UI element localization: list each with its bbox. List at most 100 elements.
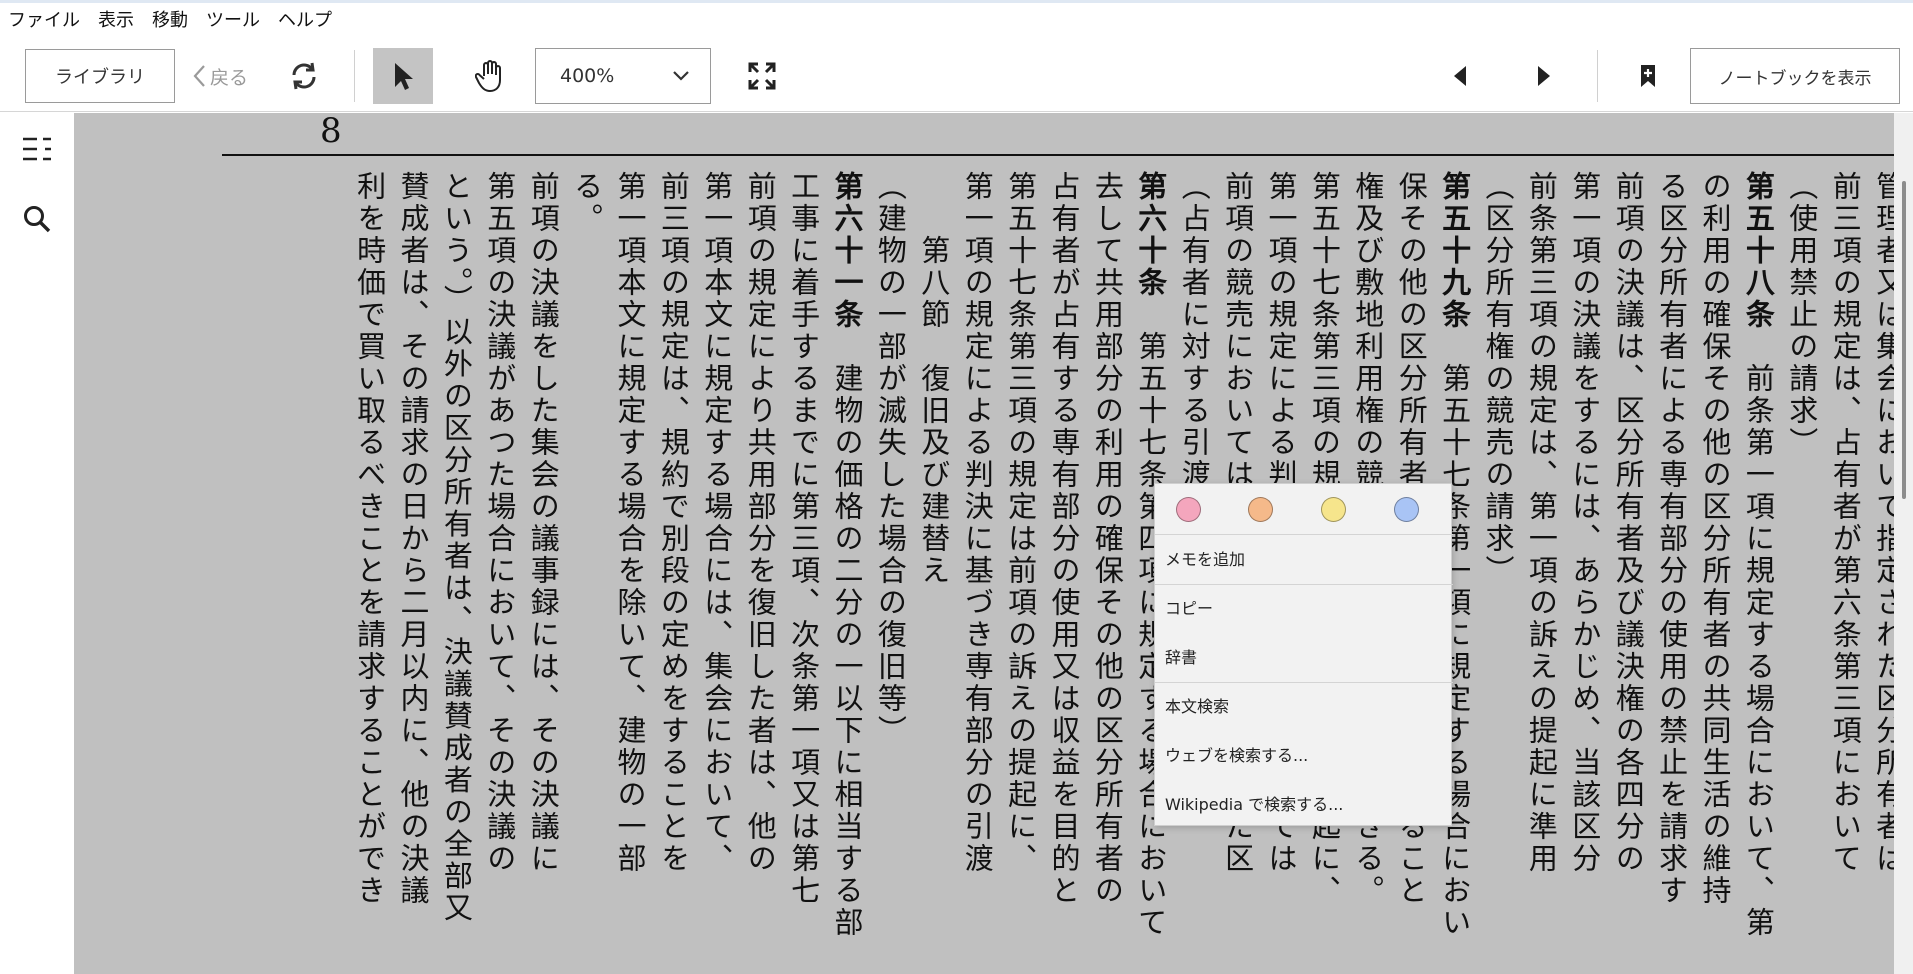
menu-help[interactable]: ヘルプ bbox=[278, 11, 332, 30]
column-text: 第八節 復旧及び建替え bbox=[916, 171, 951, 587]
text-column[interactable]: る。 bbox=[567, 171, 607, 974]
text-column[interactable]: 前項の規定により共用部分を復旧した者は、他の bbox=[740, 171, 780, 974]
text-column[interactable]: という。）以外の区分所有者は、決議賛成者の全部又 bbox=[436, 171, 476, 974]
text-column[interactable]: 第六十一条 建物の価格の二分の一以下に相当する部 bbox=[827, 171, 867, 974]
left-sidebar bbox=[0, 113, 74, 974]
library-button[interactable]: ライブラリ bbox=[25, 49, 175, 103]
show-notebook-button[interactable]: ノートブックを表示 bbox=[1690, 48, 1900, 104]
search-web-item[interactable]: ウェブを検索する... bbox=[1165, 745, 1308, 767]
column-text: 第一項の決議をするには、あらかじめ、当該区分 bbox=[1567, 171, 1602, 875]
text-column[interactable]: 第一項本文に規定する場合には、集会において、 bbox=[697, 171, 737, 974]
column-text: 前項の決議をした集会の議事録には、その決議に bbox=[526, 171, 561, 875]
menu-divider bbox=[1155, 682, 1453, 683]
text-column[interactable]: 第八節 復旧及び建替え bbox=[914, 171, 954, 974]
refresh-button[interactable] bbox=[284, 56, 324, 96]
text-column[interactable]: （区分所有権の競売の請求） bbox=[1478, 171, 1518, 974]
column-text: る区分所有者による専有部分の使用の禁止を請求す bbox=[1654, 171, 1689, 907]
text-column[interactable]: 前三項の規定は、規約で別段の定めをすることを bbox=[653, 171, 693, 974]
text-column[interactable]: 管理者又は集会において指定された区分所有者は bbox=[1869, 171, 1894, 974]
text-column[interactable]: 前条第三項の規定は、第一項の訴えの提起に準用 bbox=[1521, 171, 1561, 974]
text-column[interactable]: 前三項の規定は、占有者が第六条第三項において bbox=[1825, 171, 1865, 974]
cursor-arrow-icon bbox=[395, 63, 413, 90]
hand-icon bbox=[475, 60, 501, 93]
text-column[interactable]: 工事に着手するまでに第三項、次条第一項又は第七 bbox=[784, 171, 824, 974]
column-text: 占有者が占有する専有部分の使用又は収益を目的と bbox=[1047, 171, 1081, 907]
column-text: 第一項本文に規定する場合には、集会において、 bbox=[699, 171, 734, 875]
text-column[interactable]: 第五十七条第三項の規定は前項の訴えの提起に、 bbox=[1001, 171, 1041, 974]
next-page-button[interactable] bbox=[1524, 56, 1564, 96]
text-column[interactable]: 賛成者は、その請求の日から二月以内に、他の決議 bbox=[393, 171, 433, 974]
menu-tools[interactable]: ツール bbox=[206, 11, 260, 30]
copy-item[interactable]: コピー bbox=[1165, 598, 1213, 620]
vertical-text-columns[interactable]: 前項の規定に基づき訴訟を提起するには、集会の管理者又は集会において指定された区分… bbox=[254, 171, 1894, 974]
search-text-item[interactable]: 本文検索 bbox=[1165, 696, 1229, 718]
vertical-scrollbar[interactable] bbox=[1894, 113, 1913, 974]
menu-file[interactable]: ファイル bbox=[8, 11, 80, 30]
menu-view[interactable]: 表示 bbox=[98, 11, 134, 30]
pan-tool-button[interactable] bbox=[466, 52, 514, 100]
toolbar-separator bbox=[1597, 50, 1598, 102]
search-button[interactable] bbox=[17, 199, 57, 239]
column-text: （区分所有権の競売の請求） bbox=[1481, 171, 1515, 587]
fit-to-window-button[interactable] bbox=[740, 54, 784, 98]
library-button-label: ライブラリ bbox=[55, 67, 145, 88]
column-text: 第一項の規定による判決に基づき専有部分の引渡 bbox=[960, 171, 995, 875]
table-of-contents-button[interactable] bbox=[17, 129, 57, 169]
page-number: 8 bbox=[320, 113, 342, 151]
text-column[interactable]: 第一項の決議をするには、あらかじめ、当該区分 bbox=[1565, 171, 1605, 974]
column-text: 管理者又は集会において指定された区分所有者は bbox=[1871, 171, 1894, 875]
column-text: 賛成者は、その請求の日から二月以内に、他の決議 bbox=[396, 171, 430, 907]
column-text: る。 bbox=[569, 171, 604, 235]
zoom-select[interactable]: 400% bbox=[535, 48, 711, 104]
chevron-left-icon bbox=[193, 65, 205, 87]
text-column[interactable]: （使用禁止の請求） bbox=[1782, 171, 1822, 974]
text-column[interactable]: 利を時価で買い取るべきことを請求することができ bbox=[350, 171, 390, 974]
menu-divider bbox=[1155, 534, 1453, 535]
column-text: 第一項本文に規定する場合を除いて、建物の一部 bbox=[613, 171, 647, 875]
back-button-label: 戻る bbox=[210, 66, 249, 89]
menu-go[interactable]: 移動 bbox=[152, 11, 188, 30]
column-text: 工事に着手するまでに第三項、次条第一項又は第七 bbox=[786, 171, 821, 907]
article-heading: 第六十条 bbox=[1133, 171, 1168, 299]
refresh-icon bbox=[292, 62, 316, 90]
column-text: 前条第三項の規定は、第一項の訴えの提起に準用 bbox=[1524, 171, 1559, 875]
chevron-down-icon bbox=[673, 71, 689, 81]
menu-divider bbox=[1155, 584, 1453, 585]
search-wikipedia-item[interactable]: Wikipedia で検索する... bbox=[1165, 794, 1343, 816]
highlight-orange-swatch[interactable] bbox=[1248, 497, 1273, 522]
add-bookmark-button[interactable] bbox=[1628, 56, 1668, 96]
toc-list-icon bbox=[23, 137, 51, 161]
search-icon bbox=[24, 206, 51, 233]
triangle-right-icon bbox=[1538, 66, 1550, 86]
highlight-blue-swatch[interactable] bbox=[1394, 497, 1419, 522]
dictionary-item[interactable]: 辞書 bbox=[1165, 647, 1197, 669]
text-column[interactable]: 第五項の決議があつた場合において、その決議の bbox=[480, 171, 520, 974]
column-text: 前条第一項に規定する場合において、第 bbox=[1741, 331, 1776, 939]
highlight-yellow-swatch[interactable] bbox=[1321, 497, 1346, 522]
highlight-color-row bbox=[1155, 484, 1453, 534]
zoom-value: 400% bbox=[560, 65, 615, 87]
article-heading: 第六十一条 bbox=[830, 171, 864, 331]
text-column[interactable]: 第五十八条 前条第一項に規定する場合において、第 bbox=[1738, 171, 1778, 974]
document-viewport[interactable]: 8 前項の規定に基づき訴訟を提起するには、集会の管理者又は集会において指定された… bbox=[74, 113, 1894, 974]
column-text: 前三項の規定は、規約で別段の定めをすることを bbox=[656, 171, 691, 875]
text-column[interactable]: 去して共用部分の利用の確保その他の区分所有者の bbox=[1087, 171, 1127, 974]
menu-bar: ファイル 表示 移動 ツール ヘルプ bbox=[0, 0, 1913, 38]
add-memo-item[interactable]: メモを追加 bbox=[1165, 549, 1245, 571]
select-tool-button[interactable] bbox=[373, 48, 433, 104]
text-column[interactable]: 第一項の規定による判決に基づき専有部分の引渡 bbox=[957, 171, 997, 974]
text-column[interactable]: （建物の一部が滅失した場合の復旧等） bbox=[870, 171, 910, 974]
text-column[interactable]: 前項の決議は、区分所有者及び議決権の各四分の bbox=[1608, 171, 1648, 974]
text-column[interactable]: 前項の決議をした集会の議事録には、その決議に bbox=[523, 171, 563, 974]
triangle-left-icon bbox=[1454, 66, 1466, 86]
text-column[interactable]: 第一項本文に規定する場合を除いて、建物の一部 bbox=[610, 171, 650, 974]
text-column[interactable]: 占有者が占有する専有部分の使用又は収益を目的と bbox=[1044, 171, 1084, 974]
text-column[interactable]: の利用の確保その他の区分所有者の共同生活の維持 bbox=[1695, 171, 1735, 974]
text-column[interactable]: る区分所有者による専有部分の使用の禁止を請求す bbox=[1652, 171, 1692, 974]
scrollbar-thumb[interactable] bbox=[1902, 181, 1906, 499]
previous-page-button[interactable] bbox=[1440, 56, 1480, 96]
back-button[interactable]: 戻る bbox=[192, 58, 248, 94]
highlight-pink-swatch[interactable] bbox=[1176, 497, 1201, 522]
article-heading: 第五十九条 bbox=[1437, 171, 1472, 331]
context-menu: メモを追加 コピー 辞書 本文検索 ウェブを検索する... Wikipedia … bbox=[1154, 483, 1453, 826]
